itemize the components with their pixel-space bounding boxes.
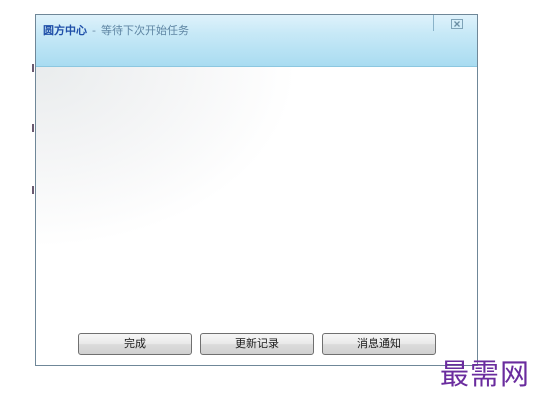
status-text: 等待下次开始任务 [100, 24, 189, 37]
done-button[interactable]: 完成 [78, 333, 192, 355]
close-divider [433, 15, 434, 31]
edge-mark [32, 64, 34, 72]
content-area [36, 67, 477, 365]
edge-mark [32, 124, 34, 132]
update-log-button[interactable]: 更新记录 [200, 333, 314, 355]
watermark-logo: 最需网 [440, 357, 531, 391]
close-button[interactable] [450, 18, 464, 30]
page-background-edge [0, 0, 36, 406]
window-title: 圆方中心 - 等待下次开始任务 [43, 24, 189, 38]
edge-mark [32, 186, 34, 194]
notification-button[interactable]: 消息通知 [322, 333, 436, 355]
title-separator: - [92, 24, 96, 37]
close-icon [450, 18, 464, 30]
app-name: 圆方中心 [43, 24, 87, 37]
task-window: 圆方中心 - 等待下次开始任务 完成 更新记录 消息通知 [35, 14, 478, 366]
title-bar[interactable]: 圆方中心 - 等待下次开始任务 [36, 15, 477, 67]
